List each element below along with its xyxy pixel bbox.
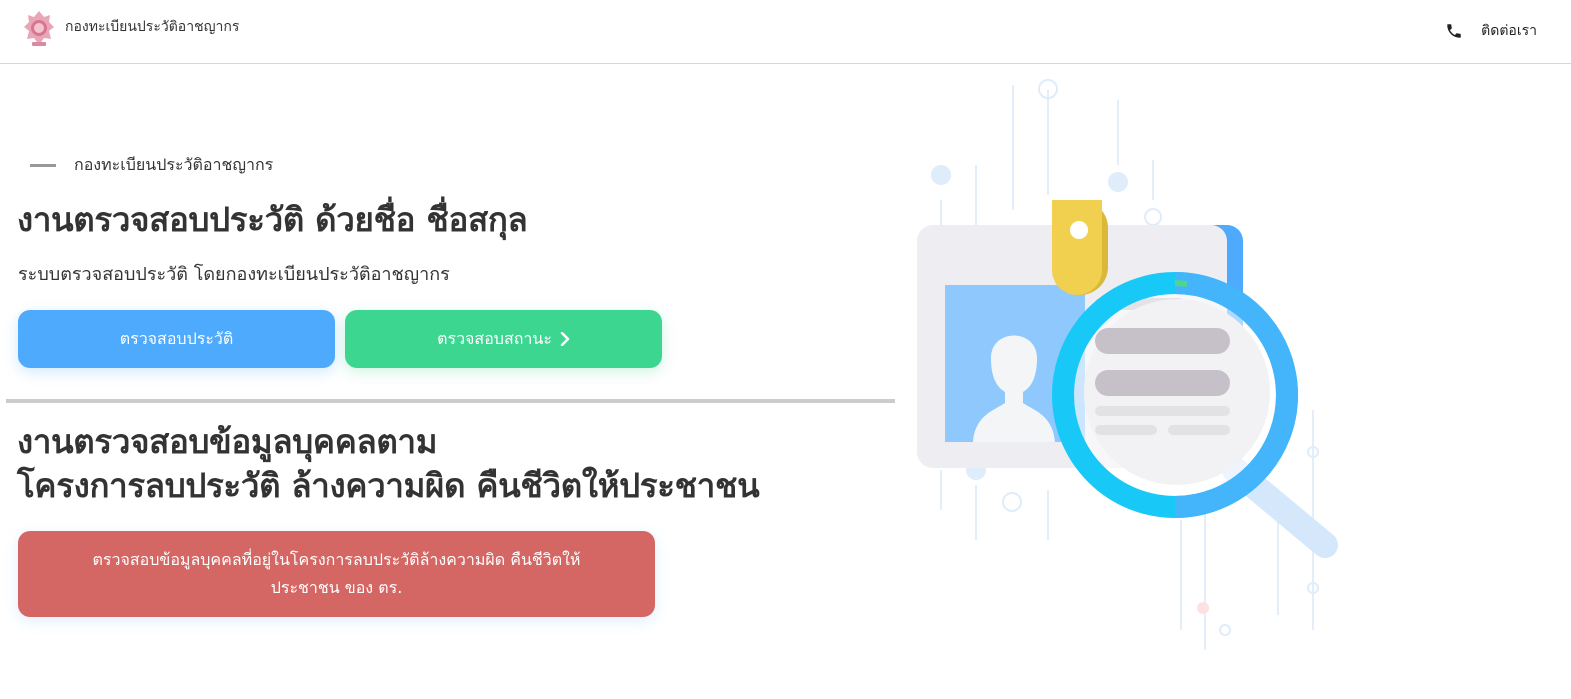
brand-link[interactable]: กองทะเบียนประวัติอาชญากร <box>22 9 239 49</box>
section2-title-line2: โครงการลบประวัติ ล้างความผิด คืนชีวิตให้… <box>17 466 760 505</box>
hero-title: งานตรวจสอบประวัติ ด้วยชื่อ ชื่อสกุล <box>17 200 528 239</box>
police-emblem-icon <box>24 11 54 46</box>
section2-title-line1: งานตรวจสอบข้อมูลบุคคลตาม <box>17 422 438 461</box>
amnesty-button-label: ตรวจสอบข้อมูลบุคคลที่อยู่ในโครงการลบประว… <box>93 546 581 602</box>
phone-icon <box>1447 24 1461 38</box>
section2-title: งานตรวจสอบข้อมูลบุคคลตาม โครงการลบประวัต… <box>17 420 760 508</box>
top-navbar: กองทะเบียนประวัติอาชญากร ติดต่อเรา <box>0 0 1571 64</box>
hero-subtitle: ระบบตรวจสอบประวัติ โดยกองทะเบียนประวัติอ… <box>18 264 450 285</box>
amnesty-button-line1: ตรวจสอบข้อมูลบุคคลที่อยู่ในโครงการลบประว… <box>92 550 581 569</box>
check-status-label: ตรวจสอบสถานะ <box>437 328 552 348</box>
check-status-button[interactable]: ตรวจสอบสถานะ <box>345 310 662 368</box>
contact-link[interactable]: ติดต่อเรา <box>1445 20 1537 42</box>
eyebrow-text: กองทะเบียนประวัติอาชญากร <box>74 155 274 174</box>
check-amnesty-project-button[interactable]: ตรวจสอบข้อมูลบุคคลที่อยู่ในโครงการลบประว… <box>18 531 655 617</box>
section-divider <box>6 399 895 403</box>
chevron-right-icon <box>560 332 570 346</box>
brand-name: กองทะเบียนประวัติอาชญากร <box>65 19 240 35</box>
amnesty-button-line2: ประชาชน ของ ตร. <box>270 578 403 597</box>
check-history-label: ตรวจสอบประวัติ <box>119 328 234 348</box>
hero-eyebrow: กองทะเบียนประวัติอาชญากร <box>30 153 273 178</box>
check-history-button[interactable]: ตรวจสอบประวัติ <box>18 310 335 368</box>
contact-label: ติดต่อเรา <box>1481 23 1537 39</box>
eyebrow-dash <box>30 164 56 167</box>
id-card-magnifier-illustration <box>917 79 1338 650</box>
